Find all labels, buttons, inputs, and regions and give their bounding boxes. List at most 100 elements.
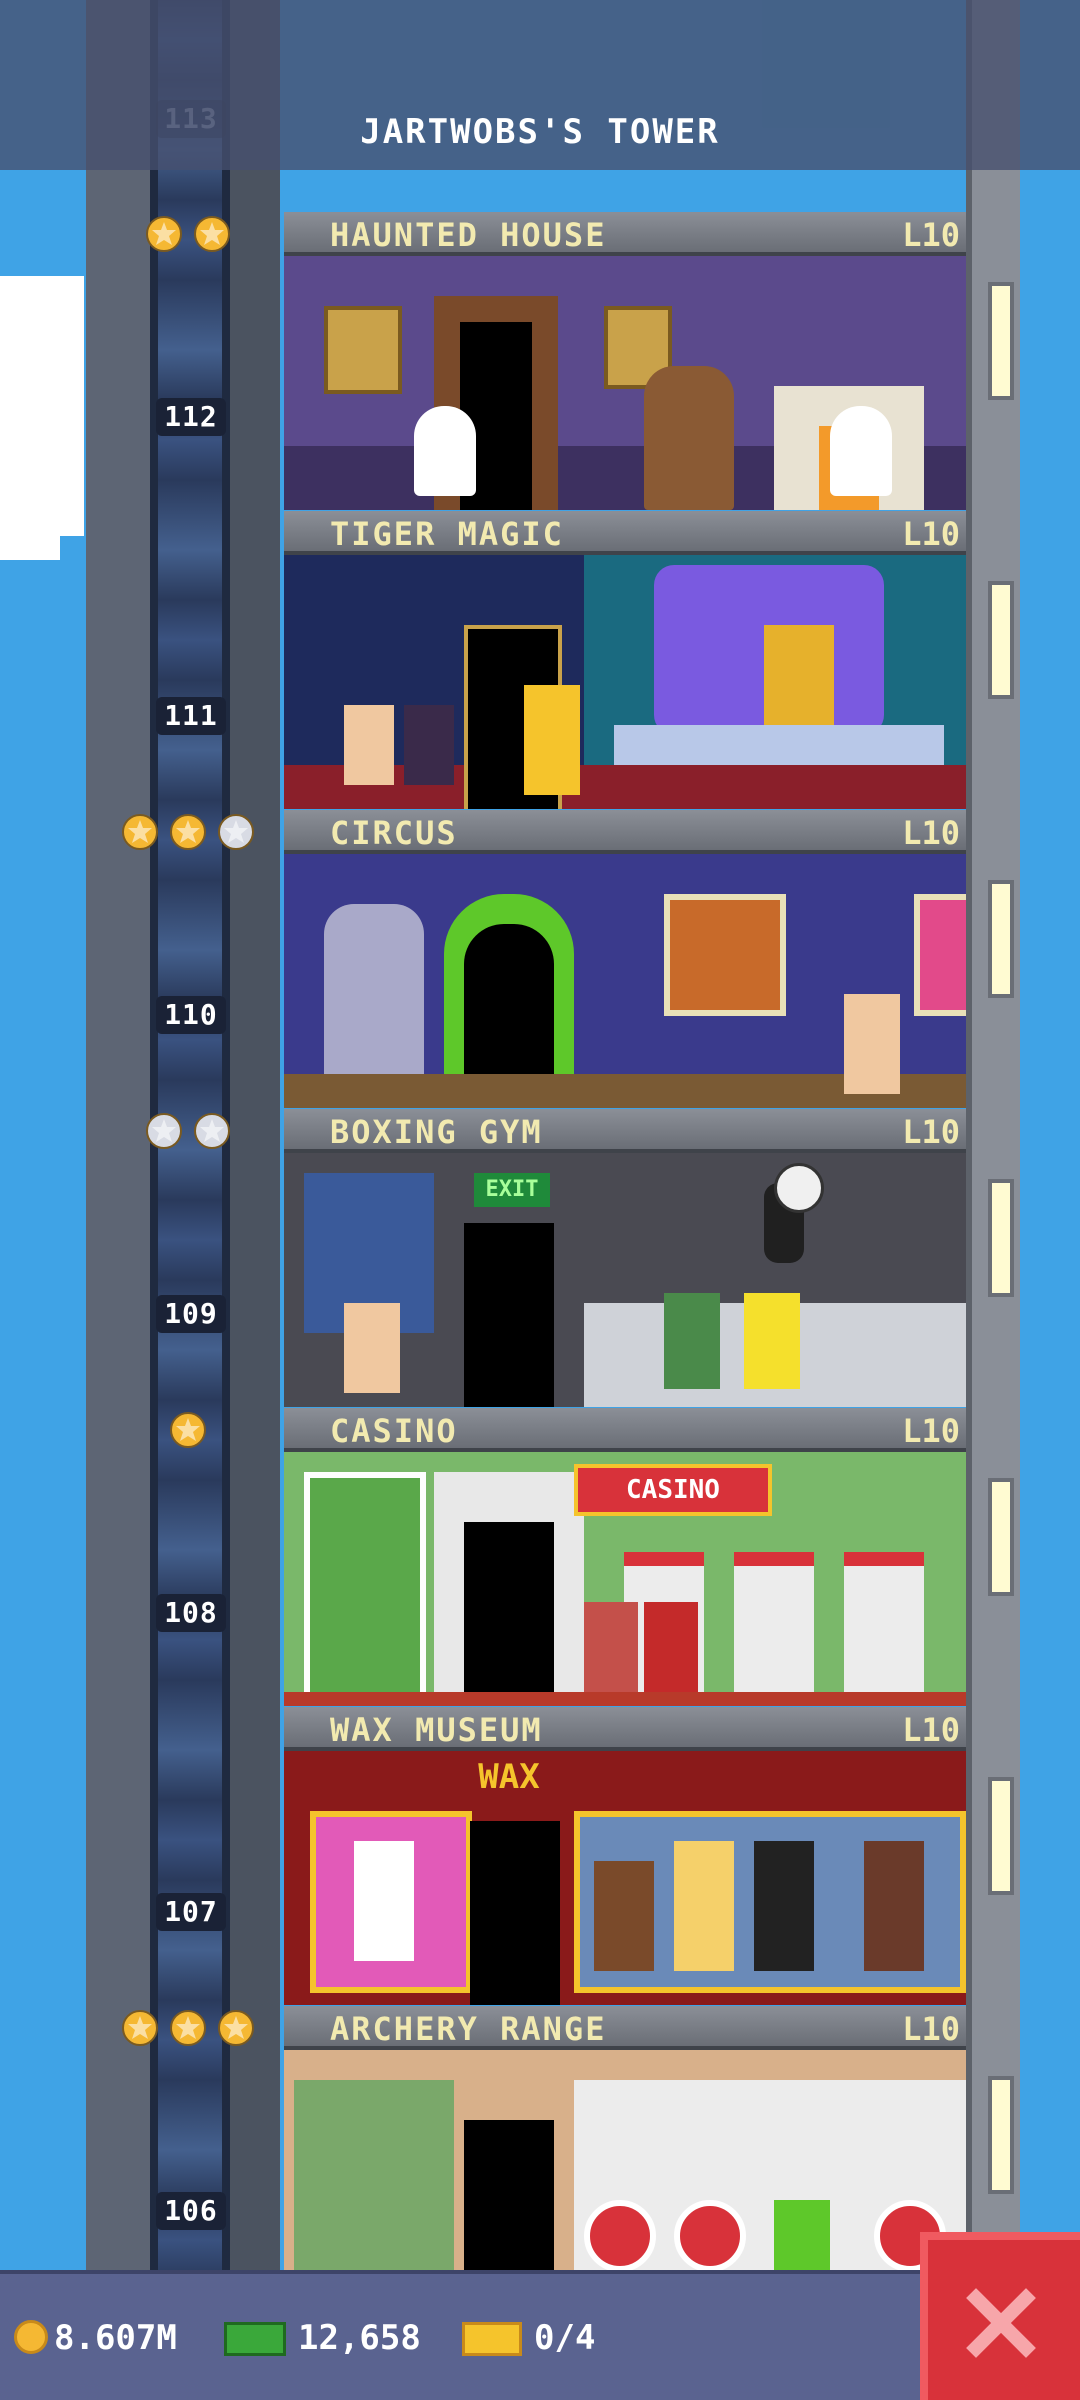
star-icon: [218, 2010, 254, 2046]
doorway: [464, 1223, 554, 1407]
floor-header: HAUNTED HOUSE L10: [284, 212, 966, 256]
floor-name: CIRCUS: [330, 814, 458, 852]
floor-casino[interactable]: CASINO L10 CASINO: [284, 1408, 1014, 1706]
officer-character[interactable]: [844, 994, 900, 1094]
coin-icon: [14, 2320, 48, 2354]
wax-sign: WAX: [478, 1757, 540, 1797]
star-icon: [170, 1412, 206, 1448]
archery-target: [674, 2200, 746, 2272]
room-casino[interactable]: CASINO: [284, 1452, 966, 1706]
window-light: [988, 2076, 1014, 2194]
room-circus[interactable]: [284, 854, 966, 1108]
room-wax-museum[interactable]: WAX: [284, 1751, 966, 2005]
cloud: [0, 276, 84, 536]
floor-header: TIGER MAGIC L10: [284, 511, 966, 555]
ghost-character[interactable]: [414, 406, 476, 496]
exit-sign: EXIT: [474, 1173, 550, 1207]
floor-number: 106: [156, 2192, 226, 2230]
ghost-character[interactable]: [830, 406, 892, 496]
floor-level: L10: [902, 1412, 960, 1450]
floor-header: BOXING GYM L10: [284, 1109, 966, 1153]
floor-level: L10: [902, 2010, 960, 2048]
star-icon: [194, 1113, 230, 1149]
slot-machine: [734, 1552, 814, 1706]
window-light: [988, 1777, 1014, 1895]
tower-inner-wall: [230, 0, 280, 2270]
wax-figure: [354, 1841, 414, 1961]
slot-machine: [844, 1552, 924, 1706]
gambler-character[interactable]: [584, 1602, 638, 1696]
boxer-character[interactable]: [344, 1303, 400, 1393]
window-light: [988, 1179, 1014, 1297]
window-light: [988, 581, 1014, 699]
coins-value: 8.607M: [54, 2318, 177, 2358]
casino-sign: CASINO: [574, 1464, 772, 1516]
wax-figure: [754, 1841, 814, 1971]
floor-level: L10: [902, 216, 960, 254]
ticket-icon: [462, 2322, 522, 2356]
floor-number: 108: [156, 1594, 226, 1632]
floor-name: HAUNTED HOUSE: [330, 216, 607, 254]
portrait-frame: [324, 306, 402, 394]
close-button[interactable]: [920, 2232, 1080, 2400]
archery-target: [584, 2200, 656, 2272]
floor-haunted-house[interactable]: HAUNTED HOUSE L10: [284, 212, 1014, 510]
doorway: [470, 1821, 560, 2005]
floor-wax-museum[interactable]: WAX MUSEUM L10 WAX: [284, 1707, 1014, 2005]
clown-poster: [914, 894, 966, 1016]
floor-header: ARCHERY RANGE L10: [284, 2006, 966, 2050]
elephant-statue: [324, 904, 424, 1094]
floor-number: 109: [156, 1295, 226, 1333]
wall-panel: [294, 2080, 454, 2276]
floor-number: 107: [156, 1893, 226, 1931]
wall-clock: [774, 1163, 824, 1213]
floor-level: L10: [902, 814, 960, 852]
room-tiger-magic[interactable]: [284, 555, 966, 809]
room-boxing-gym[interactable]: EXIT: [284, 1153, 966, 1407]
green-hair-character[interactable]: [774, 2200, 830, 2276]
star-icon: [218, 814, 254, 850]
star-icon: [146, 1113, 182, 1149]
tower-title: JARTWOBS'S TOWER: [360, 112, 720, 152]
floor-level: L10: [902, 1711, 960, 1749]
casino-floor: [284, 1692, 966, 1706]
tickets-value: 0/4: [534, 2318, 596, 2358]
chicken-costume-character[interactable]: [524, 685, 580, 795]
floor-circus[interactable]: CIRCUS L10: [284, 810, 1014, 1108]
wall-panel: [304, 1472, 426, 1704]
stage: [614, 725, 944, 765]
floor-header: WAX MUSEUM L10: [284, 1707, 966, 1751]
magician-character[interactable]: [344, 705, 394, 785]
floor-tiger-magic[interactable]: TIGER MAGIC L10: [284, 511, 1014, 809]
floor-header: CIRCUS L10: [284, 810, 966, 854]
floor-number: 110: [156, 996, 226, 1034]
cloud: [0, 520, 60, 560]
room-haunted-house[interactable]: [284, 256, 966, 510]
witch-character[interactable]: [404, 705, 454, 785]
blue-cap-character[interactable]: [664, 1293, 720, 1389]
floor-level: L10: [902, 1113, 960, 1151]
floor-number: 112: [156, 398, 226, 436]
wax-figure: [674, 1841, 734, 1971]
star-icon: [122, 2010, 158, 2046]
star-icon: [170, 2010, 206, 2046]
room-archery-range[interactable]: [284, 2050, 966, 2276]
wax-figure: [864, 1841, 924, 1971]
floor-boxing-gym[interactable]: BOXING GYM L10 EXIT: [284, 1109, 1014, 1407]
doorway: [464, 2120, 554, 2276]
dealer-character[interactable]: [644, 1602, 698, 1696]
floor-archery-range[interactable]: ARCHERY RANGE L10: [284, 2006, 1014, 2276]
star-icon: [122, 814, 158, 850]
tiger-statue: [764, 625, 834, 725]
floor-header: CASINO L10: [284, 1408, 966, 1452]
floor-name: WAX MUSEUM: [330, 1711, 543, 1749]
floor-name: TIGER MAGIC: [330, 515, 564, 553]
yellow-hood-character[interactable]: [744, 1293, 800, 1389]
window-light: [988, 880, 1014, 998]
star-icon: [194, 216, 230, 252]
window-light: [988, 282, 1014, 400]
close-icon: [966, 2288, 1036, 2358]
star-icon: [146, 216, 182, 252]
star-icon: [170, 814, 206, 850]
wax-figure: [594, 1861, 654, 1971]
